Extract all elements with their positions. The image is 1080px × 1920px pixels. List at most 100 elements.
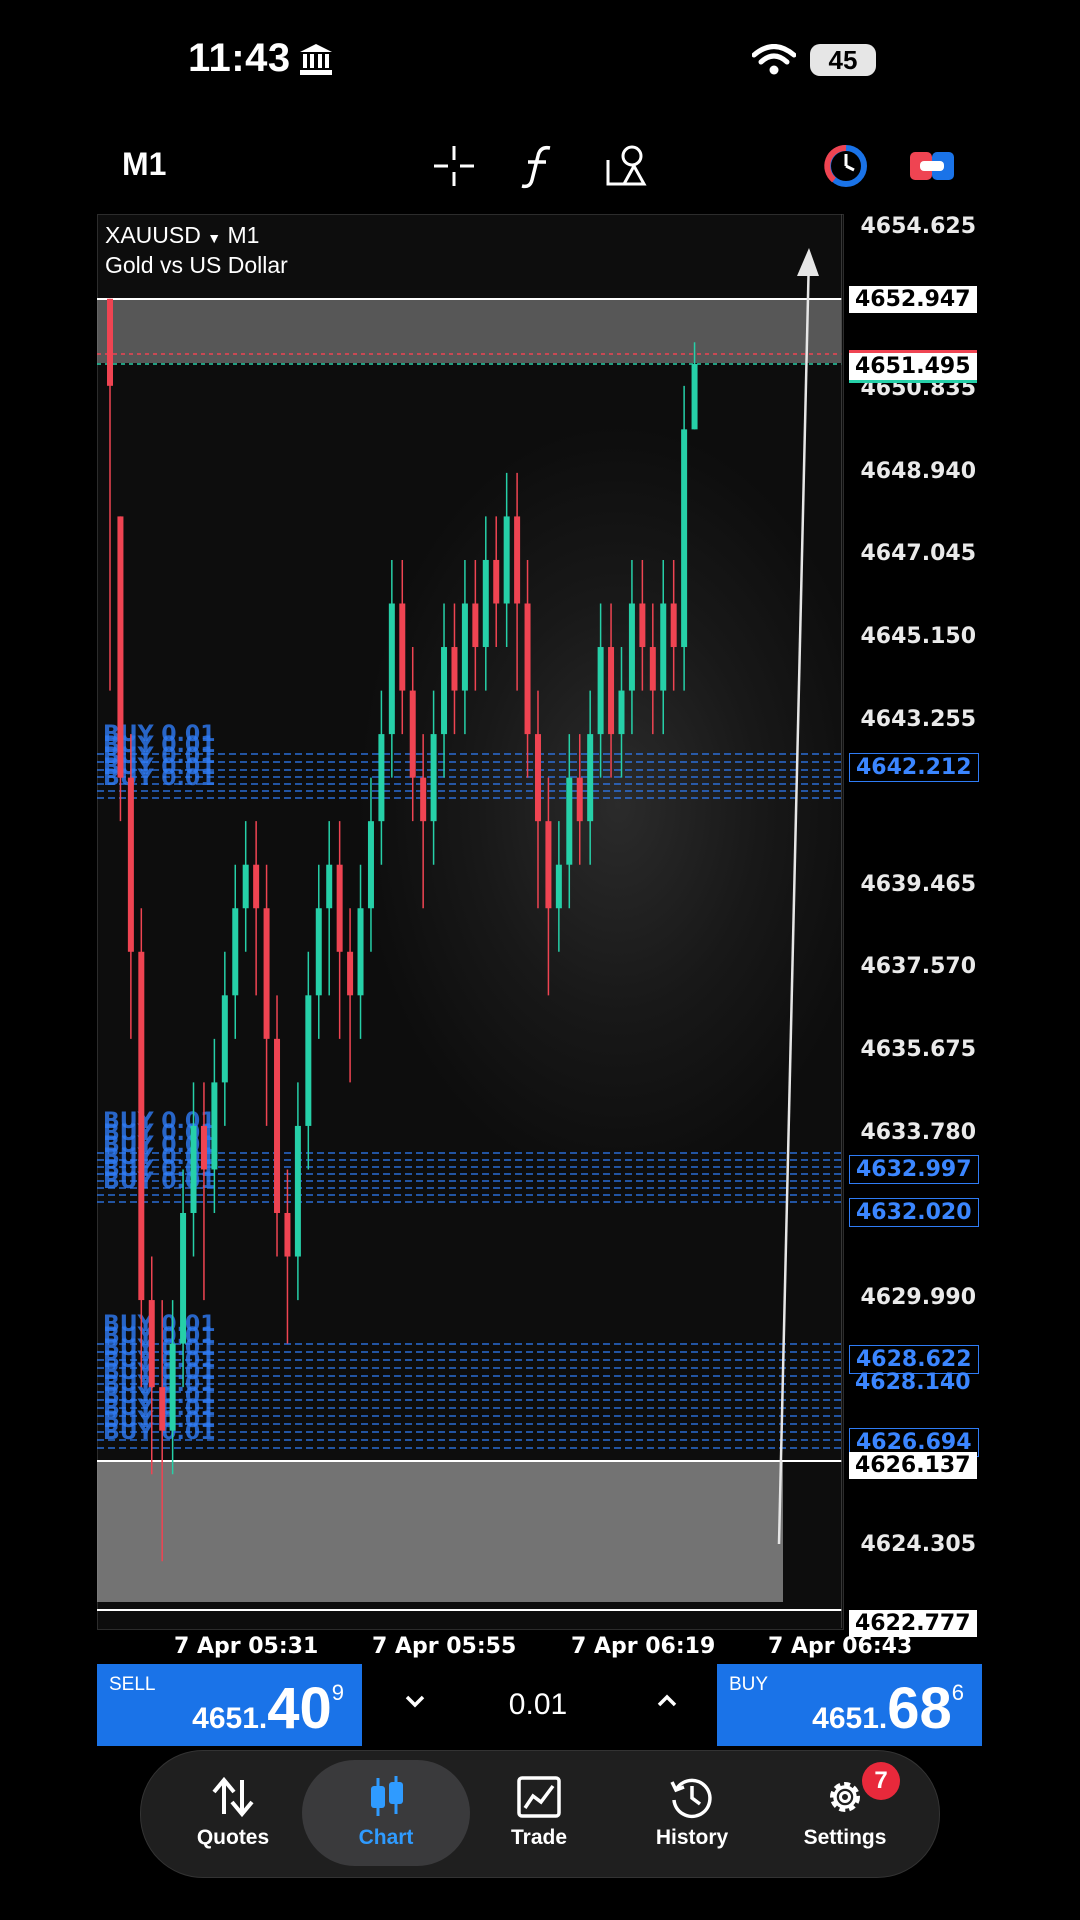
candle-body — [399, 603, 406, 691]
candle-body — [514, 516, 521, 604]
sell-price-big: 40 — [267, 1676, 332, 1741]
sell-price-sup: 9 — [331, 1680, 344, 1705]
buy-price-sup: 6 — [951, 1680, 964, 1705]
volume-value[interactable]: 0.01 — [500, 1688, 576, 1722]
y-axis-label: 4639.465 — [860, 872, 976, 897]
nav-quotes-label: Quotes — [196, 1826, 270, 1849]
price-level-box: 4642.212 — [849, 753, 979, 782]
candle-body — [587, 734, 594, 822]
buy-price-prefix: 4651. — [812, 1702, 888, 1735]
candle-body — [242, 864, 249, 909]
candle-body — [117, 516, 124, 778]
trend-arrow-icon — [797, 248, 819, 276]
battery-indicator: 45 — [810, 44, 876, 76]
nav-trade-label: Trade — [510, 1826, 568, 1849]
price-chart[interactable]: BUY 0.01BUY 0.01BUY 0.01BUY 0.01BUY 0.01… — [97, 214, 842, 1628]
timer-icon[interactable] — [822, 142, 870, 190]
candle-body — [107, 298, 113, 386]
nav-history[interactable]: History — [617, 1750, 767, 1876]
candle-body — [200, 1125, 207, 1170]
objects-icon[interactable] — [602, 142, 650, 190]
buy-order-label: BUY 0.01 — [103, 1169, 216, 1194]
candles-icon — [371, 1776, 403, 1816]
price-level-box: 4632.997 — [849, 1155, 979, 1184]
buy-price-big: 68 — [887, 1676, 952, 1741]
candle-body — [493, 559, 500, 604]
nav-settings[interactable]: Settings — [770, 1750, 920, 1876]
candle-body — [378, 734, 385, 822]
price-level-box: 4622.777 — [849, 1610, 977, 1637]
symbol-timeframe: M1 — [227, 222, 260, 248]
buy-label: BUY — [729, 1674, 769, 1695]
candle-body — [148, 1300, 155, 1388]
crosshair-icon[interactable] — [430, 142, 478, 190]
price-level-box: 4652.947 — [849, 286, 977, 313]
x-axis-time-label: 7 Apr 06:19 — [571, 1634, 716, 1659]
wifi-icon — [752, 44, 796, 75]
candle-body — [284, 1212, 291, 1257]
y-axis-label: 4648.940 — [860, 459, 976, 484]
y-axis-label: 4643.255 — [860, 707, 976, 732]
notification-badge: 7 — [862, 1762, 900, 1800]
toggle-icon[interactable] — [908, 142, 956, 190]
candle-body — [357, 908, 364, 996]
candle-body — [649, 647, 656, 691]
symbol-title[interactable]: XAUUSD ▼ M1 — [105, 222, 259, 249]
sell-button[interactable]: SELL 4651.409 — [97, 1664, 362, 1746]
y-axis-label: 4633.780 — [860, 1120, 976, 1145]
candle-body — [597, 647, 604, 735]
candle-body — [347, 951, 354, 996]
candle-body — [451, 647, 458, 691]
candle-body — [545, 821, 552, 909]
y-axis-label: 4645.150 — [860, 624, 976, 649]
candle-body — [336, 864, 343, 952]
candle-body — [472, 603, 479, 648]
trade-chart-icon — [517, 1776, 561, 1818]
candle-body — [503, 516, 510, 604]
y-axis-label: 4635.675 — [860, 1037, 976, 1062]
candle-body — [409, 690, 416, 778]
symbol-name: XAUUSD — [105, 222, 201, 248]
y-axis-label: 4637.570 — [860, 954, 976, 979]
candle-body — [127, 777, 134, 952]
y-axis-label: 4654.625 — [860, 214, 976, 239]
buy-button[interactable]: BUY 4651.686 — [717, 1664, 982, 1746]
sell-price-prefix: 4651. — [192, 1702, 268, 1735]
candle-body — [294, 1125, 301, 1257]
trend-line — [777, 253, 811, 1545]
nav-trade[interactable]: Trade — [464, 1750, 614, 1876]
candle-body — [534, 734, 541, 822]
candle-body — [639, 603, 646, 648]
sell-price: 4651.409 — [192, 1675, 344, 1742]
chevron-down-icon[interactable] — [400, 1686, 430, 1716]
price-level-box: 4651.495 — [849, 350, 977, 383]
nav-chart-label: Chart — [358, 1826, 414, 1849]
nav-settings-label: Settings — [803, 1826, 887, 1849]
x-axis-time-label: 7 Apr 05:55 — [372, 1634, 517, 1659]
sell-label: SELL — [109, 1674, 156, 1695]
x-axis-time-label: 7 Apr 06:43 — [768, 1634, 913, 1659]
chevron-up-icon[interactable] — [652, 1686, 682, 1716]
candle-body — [670, 603, 677, 648]
status-time: 11:43 — [188, 36, 291, 80]
price-level-box: 4628.140 — [855, 1370, 971, 1395]
y-axis-label: 4647.045 — [860, 541, 976, 566]
candle-body — [566, 777, 573, 865]
nav-quotes[interactable]: Quotes — [158, 1750, 308, 1876]
candle-body — [608, 647, 615, 735]
candle-body — [555, 864, 562, 909]
candle-body — [253, 864, 260, 909]
function-icon[interactable] — [516, 142, 564, 190]
timeframe-selector[interactable]: M1 — [122, 146, 166, 183]
candle-body — [388, 603, 395, 735]
candle-body — [441, 647, 448, 735]
candle-body — [159, 1387, 166, 1431]
candle-body — [367, 821, 374, 909]
candle-body — [180, 1212, 187, 1344]
candle-body — [576, 777, 583, 822]
candle-body — [420, 777, 427, 822]
candle-body — [681, 429, 688, 648]
candle-body — [138, 951, 145, 1301]
price-level-box: 4626.137 — [849, 1452, 977, 1479]
nav-chart[interactable]: Chart — [311, 1750, 461, 1876]
